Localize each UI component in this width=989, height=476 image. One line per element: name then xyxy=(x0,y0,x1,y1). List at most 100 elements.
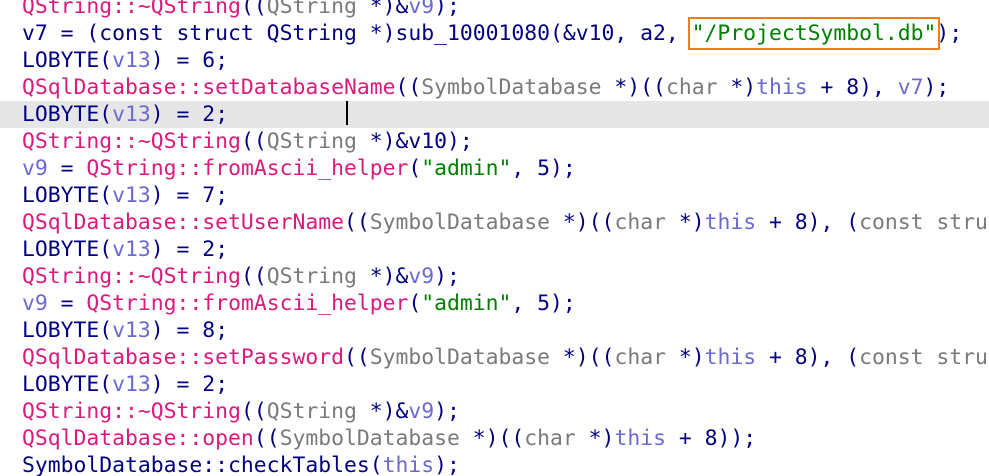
code-line[interactable]: QString::~QString((QString *)&v9); xyxy=(0,0,989,20)
code-token: this xyxy=(382,453,435,476)
code-line-current[interactable]: LOBYTE(v13) = 2; xyxy=(0,101,989,128)
code-token: QSqlDatabase::open xyxy=(22,426,254,451)
code-token: *)(( xyxy=(601,75,666,100)
code-token: ) = 7; xyxy=(150,183,229,208)
code-token: v9 xyxy=(408,264,435,289)
code-token: this xyxy=(756,75,808,100)
code-token: v9 xyxy=(22,156,48,181)
code-line[interactable]: v9 = QString::fromAscii_helper("admin", … xyxy=(0,155,989,182)
code-line[interactable]: v7 = (const struct QString *)sub_1000108… xyxy=(0,17,989,50)
code-token: *) xyxy=(665,345,705,370)
code-token: LOBYTE( xyxy=(22,183,113,208)
code-token: const stru xyxy=(859,210,988,235)
code-token: ); xyxy=(434,0,460,19)
code-token: QSqlDatabase::setDatabaseName xyxy=(22,75,396,100)
code-token: this xyxy=(704,345,757,370)
pseudocode-view[interactable]: QString::~QString((QString *)&v9); v7 = (… xyxy=(0,0,989,476)
code-token: ) = 8; xyxy=(150,318,229,343)
code-token: QString xyxy=(266,264,357,289)
code-token: SymbolDatabase::checkTables xyxy=(22,453,370,476)
code-token: , 5); xyxy=(511,156,576,181)
code-token: *)& xyxy=(356,399,409,424)
code-line[interactable]: LOBYTE(v13) = 8; xyxy=(0,317,989,344)
code-token: QString::fromAscii_helper xyxy=(86,156,409,181)
code-token: SymbolDatabase xyxy=(279,426,460,451)
code-token: QString::~QString xyxy=(22,264,241,289)
code-token: *) xyxy=(717,75,757,100)
code-line[interactable]: QString::~QString((QString *)&v10); xyxy=(0,128,989,155)
code-line[interactable]: LOBYTE(v13) = 2; xyxy=(0,236,989,263)
code-token: ( xyxy=(408,156,422,181)
code-token: QString::fromAscii_helper xyxy=(86,291,409,316)
code-line[interactable]: QString::~QString((QString *)&v9); xyxy=(0,398,989,425)
code-token: LOBYTE( xyxy=(22,372,113,397)
code-token: *) xyxy=(665,210,705,235)
code-token: = xyxy=(47,291,87,316)
code-token: ); xyxy=(936,21,963,46)
code-token: v9 xyxy=(22,291,48,316)
code-line[interactable]: QSqlDatabase::setPassword((SymbolDatabas… xyxy=(0,344,989,371)
code-token: QString::~QString xyxy=(22,129,241,154)
code-token: SymbolDatabase xyxy=(421,75,602,100)
code-token: v9 xyxy=(408,0,435,19)
code-token: this xyxy=(704,210,757,235)
code-line[interactable]: QSqlDatabase::open((SymbolDatabase *)((c… xyxy=(0,425,989,452)
code-line[interactable]: SymbolDatabase::checkTables(this); xyxy=(0,452,989,476)
code-line[interactable]: QString::~QString((QString *)&v9); xyxy=(0,263,989,290)
code-token: + 8), ( xyxy=(756,345,860,370)
code-token: v13 xyxy=(112,237,151,262)
code-token: QString xyxy=(266,129,357,154)
code-token: + 8), xyxy=(807,75,898,100)
code-token: QSqlDatabase::setUserName xyxy=(22,210,344,235)
code-token: (( xyxy=(240,264,267,289)
code-token: char xyxy=(665,75,718,100)
code-token: QString::~QString xyxy=(22,399,241,424)
code-token: LOBYTE( xyxy=(22,48,113,73)
code-token: ) = 2; xyxy=(150,102,229,127)
code-token: char xyxy=(614,210,666,235)
code-token: v13 xyxy=(112,372,151,397)
code-token: const stru xyxy=(859,345,988,370)
code-token: ( xyxy=(408,291,422,316)
code-token: (( xyxy=(253,426,280,451)
code-token: v7 = (const struct QString *)sub_1000108… xyxy=(22,21,692,46)
code-token: = xyxy=(47,156,87,181)
code-token: SymbolDatabase xyxy=(369,345,551,370)
code-token: v9 xyxy=(408,399,435,424)
code-token: + 8), ( xyxy=(756,210,860,235)
code-token: *)(( xyxy=(550,345,615,370)
code-token: v13 xyxy=(112,318,151,343)
code-token: QString xyxy=(266,0,357,19)
code-token: *)& xyxy=(356,264,409,289)
code-token: LOBYTE( xyxy=(22,318,113,343)
code-line[interactable]: v9 = QString::fromAscii_helper("admin", … xyxy=(0,290,989,317)
code-token: ) = 2; xyxy=(150,237,229,262)
code-token: ); xyxy=(923,75,950,100)
code-token: + 8)); xyxy=(665,426,757,451)
code-token: ( xyxy=(369,453,383,476)
code-token: v13 xyxy=(112,102,151,127)
code-token: ); xyxy=(434,453,460,476)
code-token: *) xyxy=(575,426,615,451)
code-token: ) = 2; xyxy=(150,372,229,397)
code-token: this xyxy=(614,426,666,451)
code-token: *)(( xyxy=(459,426,525,451)
code-line[interactable]: QSqlDatabase::setDatabaseName((SymbolDat… xyxy=(0,74,989,101)
code-token: (( xyxy=(395,75,422,100)
code-token: "admin" xyxy=(421,156,512,181)
code-line[interactable]: LOBYTE(v13) = 7; xyxy=(0,182,989,209)
code-token: char xyxy=(614,345,666,370)
code-token: (( xyxy=(343,345,370,370)
code-token: (( xyxy=(240,129,267,154)
code-token: QString xyxy=(266,399,357,424)
code-token: v13 xyxy=(112,183,151,208)
code-line[interactable]: QSqlDatabase::setUserName((SymbolDatabas… xyxy=(0,209,989,236)
code-line[interactable]: LOBYTE(v13) = 2; xyxy=(0,371,989,398)
code-token: LOBYTE( xyxy=(22,237,113,262)
code-token: *)& xyxy=(356,0,409,19)
code-token: QSqlDatabase::setPassword xyxy=(22,345,344,370)
code-token: ) = 6; xyxy=(150,48,229,73)
code-token: v7 xyxy=(897,75,924,100)
code-token: *)(( xyxy=(550,210,615,235)
code-line[interactable]: LOBYTE(v13) = 6; xyxy=(0,47,989,74)
